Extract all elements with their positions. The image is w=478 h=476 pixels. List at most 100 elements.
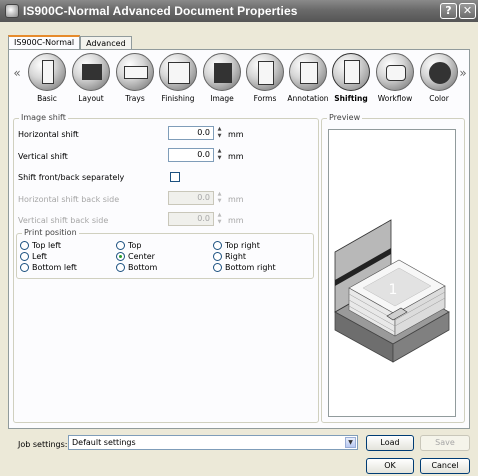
spin-down-icon[interactable]: ▼: [215, 155, 224, 162]
ok-button[interactable]: OK: [366, 458, 414, 474]
spin-up-icon[interactable]: ▲: [215, 191, 224, 198]
category-label: Shifting: [334, 94, 368, 103]
category-label: Forms: [253, 94, 277, 103]
preview-title: Preview: [327, 113, 363, 122]
spin-down-icon[interactable]: ▼: [215, 219, 224, 226]
radio-button[interactable]: [20, 241, 29, 250]
vertical-shift-label: Vertical shift: [18, 152, 68, 161]
vertical-back-spinner[interactable]: ▲ ▼: [215, 212, 224, 226]
category-label: Image: [210, 94, 234, 103]
spin-down-icon[interactable]: ▼: [215, 198, 224, 205]
category-label: Basic: [37, 94, 57, 103]
annotation-icon: [289, 53, 327, 91]
radio-center[interactable]: Center: [116, 252, 155, 261]
preview-group: Preview 1: [321, 113, 465, 423]
category-color[interactable]: Color: [417, 53, 461, 103]
horizontal-back-unit: mm: [228, 195, 244, 204]
vertical-back-unit: mm: [228, 216, 244, 225]
print-position-group: Print position Top left Top Top right Le…: [16, 228, 314, 279]
category-shifting[interactable]: Shifting: [329, 53, 373, 103]
radio-label: Left: [32, 252, 48, 261]
horizontal-shift-spinner[interactable]: ▲ ▼: [215, 126, 224, 140]
radio-button[interactable]: [20, 252, 29, 261]
radio-bottom[interactable]: Bottom: [116, 263, 157, 272]
vertical-back-input[interactable]: 0.0: [168, 212, 214, 226]
radio-label: Top: [128, 241, 142, 250]
radio-button[interactable]: [213, 263, 222, 272]
radio-label: Right: [225, 252, 247, 261]
horizontal-shift-unit: mm: [228, 130, 244, 139]
color-icon: [420, 53, 458, 91]
tab-advanced[interactable]: Advanced: [80, 36, 132, 50]
tab-row: IS900C-Normal Advanced: [8, 35, 132, 50]
category-workflow[interactable]: Workflow: [373, 53, 417, 103]
spin-up-icon[interactable]: ▲: [215, 126, 224, 133]
radio-button[interactable]: [116, 252, 125, 261]
category-forms[interactable]: Forms: [243, 53, 287, 103]
category-label: Layout: [78, 94, 104, 103]
horizontal-shift-input[interactable]: 0.0: [168, 126, 214, 140]
spin-down-icon[interactable]: ▼: [215, 133, 224, 140]
radio-bottom-right[interactable]: Bottom right: [213, 263, 276, 272]
category-annotation[interactable]: Annotation: [286, 53, 330, 103]
basic-icon: [28, 53, 66, 91]
shift-separately-label: Shift front/back separately: [18, 173, 125, 182]
horizontal-shift-label: Horizontal shift: [18, 130, 79, 139]
radio-button[interactable]: [213, 241, 222, 250]
vertical-shift-input[interactable]: 0.0: [168, 148, 214, 162]
radio-top-right[interactable]: Top right: [213, 241, 260, 250]
radio-left[interactable]: Left: [20, 252, 47, 261]
finishing-icon: [159, 53, 197, 91]
category-finishing[interactable]: Finishing: [156, 53, 200, 103]
category-layout[interactable]: Layout: [69, 53, 113, 103]
radio-label: Bottom left: [32, 263, 77, 272]
layout-icon: [72, 53, 110, 91]
vertical-shift-spinner[interactable]: ▲ ▼: [215, 148, 224, 162]
forms-icon: [246, 53, 284, 91]
spin-up-icon[interactable]: ▲: [215, 148, 224, 155]
close-button[interactable]: ✕: [459, 3, 476, 19]
radio-button[interactable]: [116, 263, 125, 272]
save-button[interactable]: Save: [420, 435, 470, 451]
spin-up-icon[interactable]: ▲: [215, 212, 224, 219]
window-title: IS900C-Normal Advanced Document Properti…: [23, 4, 298, 18]
radio-label: Top left: [32, 241, 61, 250]
horizontal-back-input[interactable]: 0.0: [168, 191, 214, 205]
preview-area: 1: [328, 129, 456, 417]
cancel-button[interactable]: Cancel: [420, 458, 470, 474]
vertical-back-label: Vertical shift back side: [18, 216, 109, 225]
category-label: Finishing: [161, 94, 195, 103]
radio-right[interactable]: Right: [213, 252, 246, 261]
page-number: 1: [389, 282, 398, 298]
scroll-right-arrow-icon[interactable]: »: [457, 66, 469, 80]
scroll-left-arrow-icon[interactable]: «: [11, 66, 23, 80]
category-image[interactable]: Image: [200, 53, 244, 103]
radio-label: Top right: [225, 241, 260, 250]
radio-bottom-left[interactable]: Bottom left: [20, 263, 77, 272]
job-settings-select[interactable]: Default settings ▼: [68, 435, 358, 450]
category-trays[interactable]: Trays: [113, 53, 157, 103]
radio-button[interactable]: [213, 252, 222, 261]
shift-separately-checkbox[interactable]: [170, 172, 180, 182]
job-settings-label: Job settings:: [18, 440, 68, 449]
print-position-title: Print position: [22, 228, 79, 237]
radio-label: Center: [128, 252, 155, 261]
vertical-shift-unit: mm: [228, 152, 244, 161]
radio-button[interactable]: [116, 241, 125, 250]
workflow-icon: [376, 53, 414, 91]
radio-top[interactable]: Top: [116, 241, 142, 250]
radio-label: Bottom: [128, 263, 158, 272]
load-button[interactable]: Load: [366, 435, 414, 451]
dropdown-arrow-icon[interactable]: ▼: [345, 437, 356, 448]
category-bar: « Basic Layout Trays Finishing Image For…: [9, 50, 469, 112]
radio-top-left[interactable]: Top left: [20, 241, 61, 250]
category-label: Trays: [125, 94, 145, 103]
category-label: Annotation: [287, 94, 329, 103]
category-basic[interactable]: Basic: [25, 53, 69, 103]
radio-button[interactable]: [20, 263, 29, 272]
image-icon: [203, 53, 241, 91]
help-button[interactable]: ?: [440, 3, 457, 19]
tab-is900c-normal[interactable]: IS900C-Normal: [8, 35, 81, 50]
horizontal-back-spinner[interactable]: ▲ ▼: [215, 191, 224, 205]
tab-panel: « Basic Layout Trays Finishing Image For…: [8, 49, 470, 429]
